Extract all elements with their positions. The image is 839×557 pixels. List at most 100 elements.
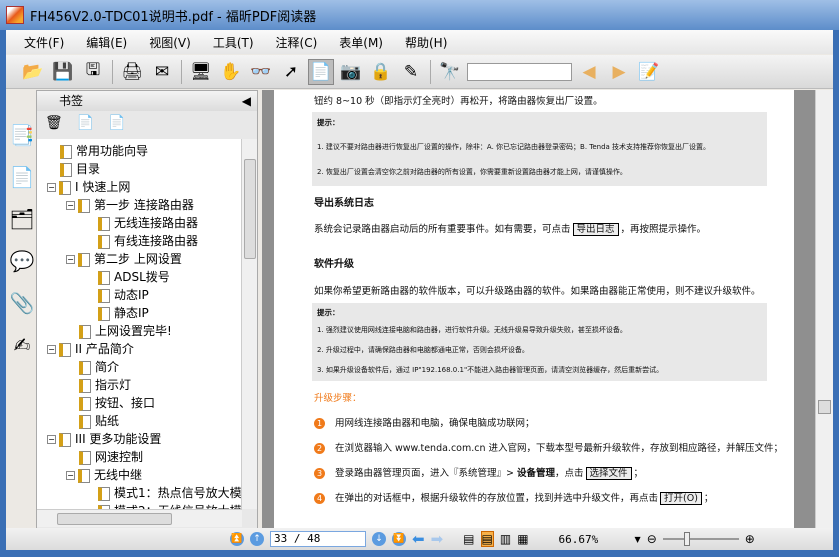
step-number: 3 [314, 468, 325, 479]
hand-icon[interactable]: ✋ [218, 59, 244, 85]
back-icon[interactable]: ⬅ [412, 530, 425, 548]
zoom-level[interactable]: 66.67% [559, 533, 629, 546]
move-bookmark-icon[interactable]: 📄 [108, 115, 125, 133]
text-line: 钮约 8~10 秒（即指示灯全亮时）再松开，将路由器恢复出厂设置。 [314, 96, 603, 107]
tree-horizontal-scrollbar[interactable] [37, 509, 242, 527]
zoom-slider[interactable] [662, 532, 739, 546]
highlight-icon[interactable]: 📝 [636, 59, 662, 85]
prev-page-icon[interactable]: ↑ [250, 532, 264, 546]
forward-icon[interactable]: ➡ [431, 530, 444, 548]
print-icon[interactable]: 🖨 [119, 59, 145, 85]
attachments-tab-icon[interactable]: 📎 [8, 283, 36, 325]
bookmark-item[interactable]: 贴纸 [37, 412, 242, 430]
zoom-glasses-icon[interactable]: 👓 [248, 59, 274, 85]
zoom-dropdown-icon[interactable]: ▼ [635, 535, 641, 544]
delete-bookmark-icon[interactable]: 🗑 [45, 115, 63, 133]
signatures-tab-icon[interactable]: ✍ [8, 325, 36, 367]
collapse-toggle-icon[interactable]: − [47, 345, 56, 354]
first-page-icon[interactable]: ⏫ [230, 532, 244, 546]
tip-box: 提示： 1. 建议不要对路由器进行恢复出厂设置的操作，除非：A. 你已忘记路由器… [312, 112, 767, 186]
collapse-toggle-icon[interactable]: − [66, 471, 75, 480]
step-text: 在浏览器输入 www.tenda.com.cn 进入官网，下载本型号最新升级软件… [335, 443, 784, 454]
fullscreen-icon[interactable]: 🖥 [188, 59, 214, 85]
bookmark-item[interactable]: 无线连接路由器 [37, 214, 242, 232]
scroll-thumb[interactable] [818, 400, 831, 414]
save-icon[interactable]: 💾 [50, 59, 76, 85]
zoom-out-icon[interactable]: ⊖ [647, 532, 657, 546]
bookmark-item[interactable]: − 第一步 连接路由器 [37, 196, 242, 214]
status-bar: ⏫ ↑ 33 / 48 ↓ ⏬ ⬅ ➡ ▤ ▤ ▥ ▦ 66.67% ▼ ⊖ ⊕ [6, 528, 833, 550]
single-page-icon[interactable]: ▤ [463, 532, 474, 546]
divider [430, 59, 431, 84]
collapse-toggle-icon[interactable]: − [66, 255, 75, 264]
bookmark-item[interactable]: 按钮、接口 [37, 394, 242, 412]
menu-comment[interactable]: 注释(C) [276, 34, 318, 51]
zoom-in-icon[interactable]: ⊕ [745, 532, 755, 546]
collapse-toggle-icon[interactable]: − [66, 201, 75, 210]
bookmarks-tab-icon[interactable]: 📑 [8, 115, 36, 157]
page-number-input[interactable]: 33 / 48 [270, 531, 366, 547]
binoculars-icon[interactable]: 🔭 [437, 59, 463, 85]
bookmark-item[interactable]: − 无线中继 [37, 466, 242, 484]
menu-help[interactable]: 帮助(H) [405, 34, 447, 51]
collapse-icon[interactable]: ◀ [242, 91, 251, 111]
next-search-icon[interactable]: ▶ [606, 59, 632, 85]
tree-vertical-scrollbar[interactable] [241, 139, 257, 509]
bookmark-item[interactable]: − III 更多功能设置 [37, 430, 242, 448]
bookmark-item[interactable]: − I 快速上网 [37, 178, 242, 196]
facing-page-icon[interactable]: ▥ [500, 532, 511, 546]
bookmark-item[interactable]: ADSL拨号 [37, 268, 242, 286]
bookmark-item[interactable]: − 第二步 上网设置 [37, 250, 242, 268]
bookmark-label: 第二步 上网设置 [94, 252, 182, 266]
bookmark-item[interactable]: 上网设置完毕! [37, 322, 242, 340]
prev-search-icon[interactable]: ◀ [576, 59, 602, 85]
menu-edit[interactable]: 编辑(E) [86, 34, 127, 51]
bookmark-icon [59, 342, 71, 357]
pages-tab-icon[interactable]: 📄 [8, 157, 36, 199]
tip-item: 2. 升级过程中，请确保路由器和电脑都通电正常，否则会损坏设备。 [317, 346, 529, 354]
bookmark-item[interactable]: 简介 [37, 358, 242, 376]
bookmark-icon [98, 234, 110, 249]
zoom-slider-knob[interactable] [683, 532, 690, 546]
bookmark-item[interactable]: 有线连接路由器 [37, 232, 242, 250]
rms-lock-icon[interactable]: 🔒 [368, 59, 394, 85]
bookmark-item[interactable]: 目录 [37, 160, 242, 178]
bookmark-item[interactable]: − II 产品简介 [37, 340, 242, 358]
menu-file[interactable]: 文件(F) [24, 34, 64, 51]
menu-form[interactable]: 表单(M) [339, 34, 383, 51]
panel-header: 书签 ◀ [37, 91, 257, 111]
step-text: 用网线连接路由器和电脑，确保电脑成功联网； [335, 418, 535, 429]
save-as-icon[interactable]: 🖫 [80, 59, 106, 85]
menu-tools[interactable]: 工具(T) [213, 34, 254, 51]
bookmark-item[interactable]: 常用功能向导 [37, 142, 242, 160]
open-folder-icon[interactable]: 📂 [20, 59, 46, 85]
last-page-icon[interactable]: ⏬ [392, 532, 406, 546]
document-scrollbar[interactable] [815, 90, 833, 530]
bookmark-item[interactable]: 网速控制 [37, 448, 242, 466]
bookmark-item[interactable]: 指示灯 [37, 376, 242, 394]
bookmark-item[interactable]: 模式1：热点信号放大模 [37, 484, 242, 502]
collapse-toggle-icon[interactable]: − [47, 183, 56, 192]
search-input[interactable] [467, 62, 572, 81]
collapse-toggle-icon[interactable]: − [47, 435, 56, 444]
next-page-icon[interactable]: ↓ [372, 532, 386, 546]
continuous-page-icon[interactable]: ▤ [480, 531, 494, 547]
add-bookmark-icon[interactable]: 📄 [77, 115, 94, 133]
select-arrow-icon[interactable]: ➚ [278, 59, 304, 85]
menu-view[interactable]: 视图(V) [149, 34, 191, 51]
bookmark-item[interactable]: 模式2：无线信号放大模 [37, 502, 242, 509]
snapshot-icon[interactable]: 📷 [338, 59, 364, 85]
scroll-thumb[interactable] [244, 159, 256, 259]
comments-tab-icon[interactable]: 💬 [8, 241, 36, 283]
continuous-facing-icon[interactable]: ▦ [517, 532, 528, 546]
bookmark-item[interactable]: 静态IP [37, 304, 242, 322]
scroll-thumb[interactable] [57, 513, 172, 525]
bookmark-label: 常用功能向导 [76, 144, 149, 158]
bookmark-item[interactable]: 动态IP [37, 286, 242, 304]
email-icon[interactable]: ✉ [149, 59, 175, 85]
text: ，再按照提示操作。 [620, 224, 707, 235]
sidebar-tabs: 📑 📄 🗂 💬 📎 ✍ [8, 115, 36, 529]
text-select-icon[interactable]: 📄 [308, 58, 334, 85]
layers-tab-icon[interactable]: 🗂 [8, 199, 36, 241]
sign-icon[interactable]: ✎ [398, 59, 424, 85]
